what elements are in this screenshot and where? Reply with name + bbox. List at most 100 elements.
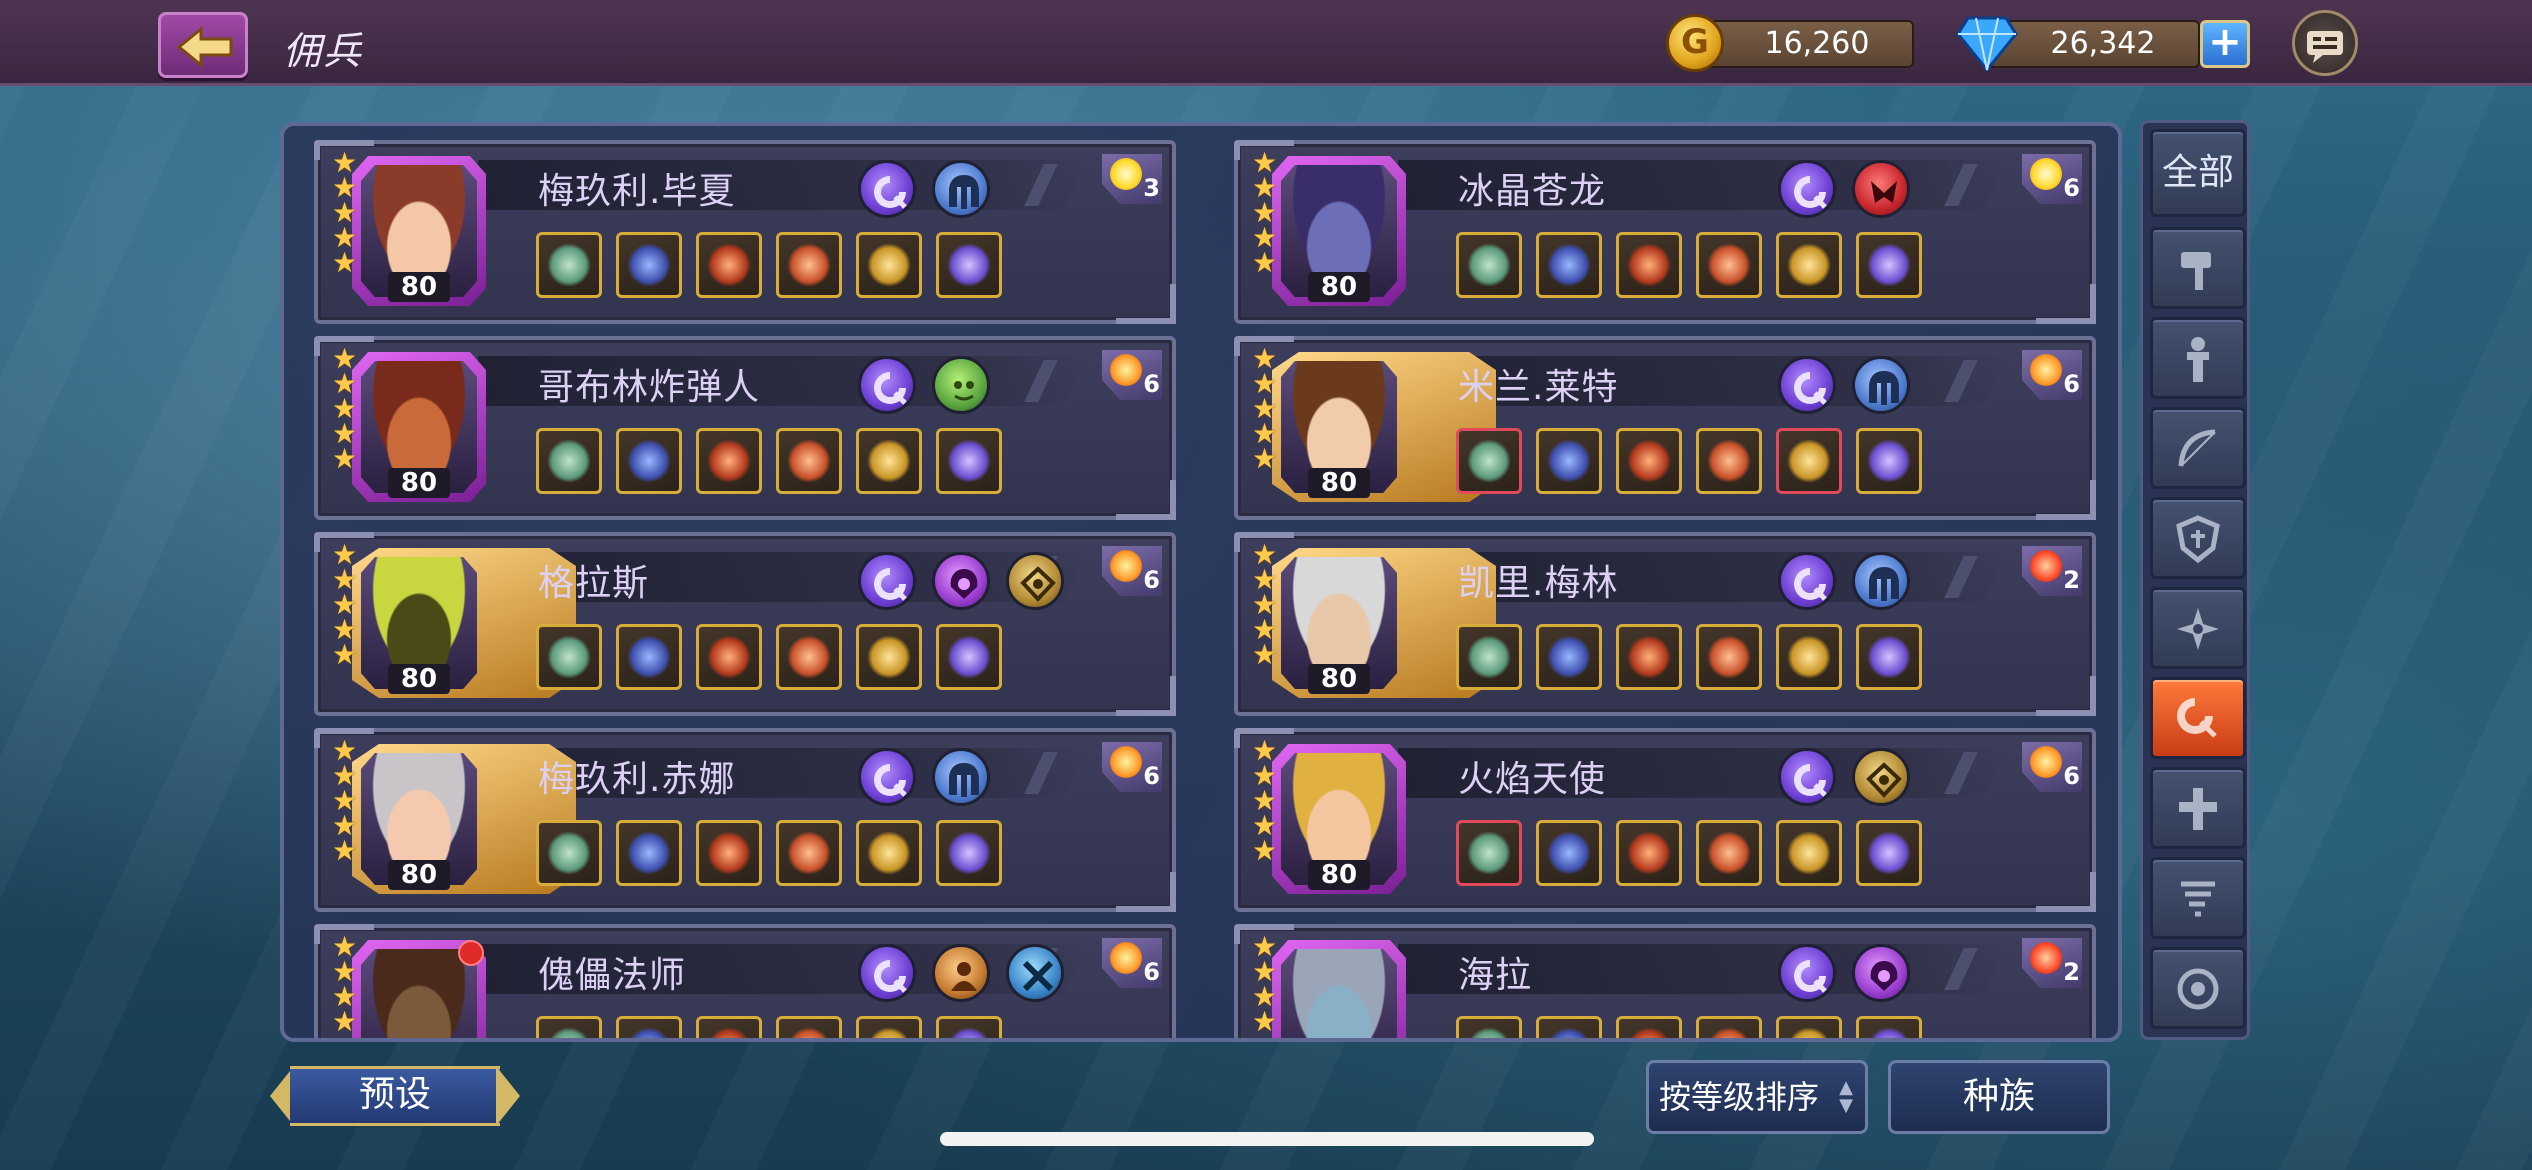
filter-totem-button[interactable]: [2150, 317, 2246, 399]
hero-card[interactable]: 80 ★ ★ ★ ★ ★ 梅玖利.赤娜 6: [314, 728, 1176, 912]
hero-card[interactable]: 80 ★ ★ ★ ★ ★ 凯里.梅林 2: [1234, 532, 2096, 716]
class-filter-bar: 全部: [2140, 120, 2250, 1040]
armor-slot[interactable]: [616, 1016, 682, 1038]
glove-slot[interactable]: [696, 820, 762, 886]
add-gems-button[interactable]: +: [2200, 20, 2250, 68]
armor-slot[interactable]: [1536, 428, 1602, 494]
filter-bow-button[interactable]: [2150, 407, 2246, 489]
ring-slot[interactable]: [1776, 624, 1842, 690]
hero-portrait[interactable]: 80: [352, 352, 486, 502]
hero-portrait[interactable]: 80: [1272, 352, 1496, 502]
equipment-icon: [1627, 243, 1671, 287]
hero-card[interactable]: 80 ★ ★ ★ ★ ★ 梅玖利.毕夏 3: [314, 140, 1176, 324]
weapon-slot[interactable]: [536, 624, 602, 690]
armor-slot[interactable]: [616, 428, 682, 494]
hero-card[interactable]: ★ ★ ★ ★ 海拉 2: [1234, 924, 2096, 1038]
hero-portrait[interactable]: 80: [352, 744, 576, 894]
ring-slot[interactable]: [856, 820, 922, 886]
filter-shuriken-button[interactable]: [2150, 587, 2246, 669]
armor-slot[interactable]: [616, 820, 682, 886]
hero-card[interactable]: 80 ★ ★ ★ ★ ★ 火焰天使 6: [1234, 728, 2096, 912]
boot-slot[interactable]: [776, 428, 842, 494]
boot-slot[interactable]: [1696, 624, 1762, 690]
hero-card[interactable]: 80 ★ ★ ★ ★ ★ 格拉斯 6: [314, 532, 1176, 716]
ring-slot[interactable]: [856, 624, 922, 690]
filter-cross-button[interactable]: [2150, 767, 2246, 849]
ring-slot[interactable]: [1776, 820, 1842, 886]
armor-slot[interactable]: [1536, 624, 1602, 690]
hero-list-panel[interactable]: 80 ★ ★ ★ ★ ★ 梅玖利.毕夏 3 80 ★ ★ ★ ★ ★ 冰晶苍龙 6 80 ★ ★ ★ ★ ★ 哥布林炸弹人 6…: [280, 122, 2122, 1042]
ring-slot[interactable]: [856, 428, 922, 494]
hero-card[interactable]: ★ ★ ★ ★ 傀儡法师 6: [314, 924, 1176, 1038]
glove-slot[interactable]: [1616, 232, 1682, 298]
race-filter-button[interactable]: 种族: [1888, 1060, 2110, 1134]
filter-ring-button[interactable]: [2150, 947, 2246, 1029]
weapon-slot[interactable]: [536, 428, 602, 494]
potion-slot[interactable]: [936, 1016, 1002, 1038]
weapon-slot[interactable]: [1456, 820, 1522, 886]
potion-slot[interactable]: [936, 820, 1002, 886]
ring-slot[interactable]: [1776, 1016, 1842, 1038]
hero-card[interactable]: 80 ★ ★ ★ ★ ★ 哥布林炸弹人 6: [314, 336, 1176, 520]
chat-button[interactable]: [2292, 10, 2358, 76]
filter-hammer-button[interactable]: [2150, 227, 2246, 309]
potion-slot[interactable]: [1856, 820, 1922, 886]
glove-slot[interactable]: [696, 1016, 762, 1038]
boot-slot[interactable]: [1696, 232, 1762, 298]
glove-slot[interactable]: [1616, 1016, 1682, 1038]
boot-slot[interactable]: [776, 820, 842, 886]
hero-card[interactable]: 80 ★ ★ ★ ★ ★ 米兰.莱特 6: [1234, 336, 2096, 520]
potion-slot[interactable]: [936, 428, 1002, 494]
boot-slot[interactable]: [776, 1016, 842, 1038]
weapon-slot[interactable]: [536, 232, 602, 298]
filter-tornado-button[interactable]: [2150, 857, 2246, 939]
hero-portrait[interactable]: 80: [1272, 156, 1406, 306]
weapon-slot[interactable]: [536, 1016, 602, 1038]
armor-slot[interactable]: [616, 232, 682, 298]
filter-shield-button[interactable]: [2150, 497, 2246, 579]
weapon-slot[interactable]: [1456, 624, 1522, 690]
boot-slot[interactable]: [776, 232, 842, 298]
weapon-slot[interactable]: [1456, 1016, 1522, 1038]
hero-portrait[interactable]: 80: [1272, 744, 1406, 894]
hero-portrait[interactable]: 80: [1272, 548, 1496, 698]
potion-slot[interactable]: [1856, 428, 1922, 494]
boot-slot[interactable]: [1696, 1016, 1762, 1038]
glove-slot[interactable]: [696, 232, 762, 298]
armor-slot[interactable]: [1536, 1016, 1602, 1038]
potion-slot[interactable]: [936, 624, 1002, 690]
glove-slot[interactable]: [1616, 820, 1682, 886]
hero-portrait[interactable]: 80: [352, 156, 486, 306]
weapon-slot[interactable]: [1456, 232, 1522, 298]
hero-card[interactable]: 80 ★ ★ ★ ★ ★ 冰晶苍龙 6: [1234, 140, 2096, 324]
potion-slot[interactable]: [1856, 1016, 1922, 1038]
glove-slot[interactable]: [696, 624, 762, 690]
boot-slot[interactable]: [1696, 820, 1762, 886]
armor-slot[interactable]: [1536, 232, 1602, 298]
ring-slot[interactable]: [1776, 428, 1842, 494]
filter-all-button[interactable]: 全部: [2150, 129, 2246, 217]
glove-slot[interactable]: [696, 428, 762, 494]
glove-slot[interactable]: [1616, 428, 1682, 494]
ring-slot[interactable]: [856, 232, 922, 298]
hero-portrait[interactable]: [1272, 940, 1406, 1038]
equipment-icon: [867, 243, 911, 287]
armor-slot[interactable]: [1536, 820, 1602, 886]
back-button[interactable]: [158, 12, 248, 78]
sort-by-level-button[interactable]: 按等级排序 ▲ ▼: [1646, 1060, 1868, 1134]
home-indicator[interactable]: [940, 1132, 1594, 1146]
preset-button[interactable]: 预设: [270, 1066, 520, 1126]
weapon-slot[interactable]: [1456, 428, 1522, 494]
armor-slot[interactable]: [616, 624, 682, 690]
filter-magic-button[interactable]: [2150, 677, 2246, 759]
ring-slot[interactable]: [856, 1016, 922, 1038]
hero-portrait[interactable]: 80: [352, 548, 576, 698]
potion-slot[interactable]: [1856, 624, 1922, 690]
glove-slot[interactable]: [1616, 624, 1682, 690]
weapon-slot[interactable]: [536, 820, 602, 886]
potion-slot[interactable]: [1856, 232, 1922, 298]
potion-slot[interactable]: [936, 232, 1002, 298]
ring-slot[interactable]: [1776, 232, 1842, 298]
boot-slot[interactable]: [776, 624, 842, 690]
boot-slot[interactable]: [1696, 428, 1762, 494]
